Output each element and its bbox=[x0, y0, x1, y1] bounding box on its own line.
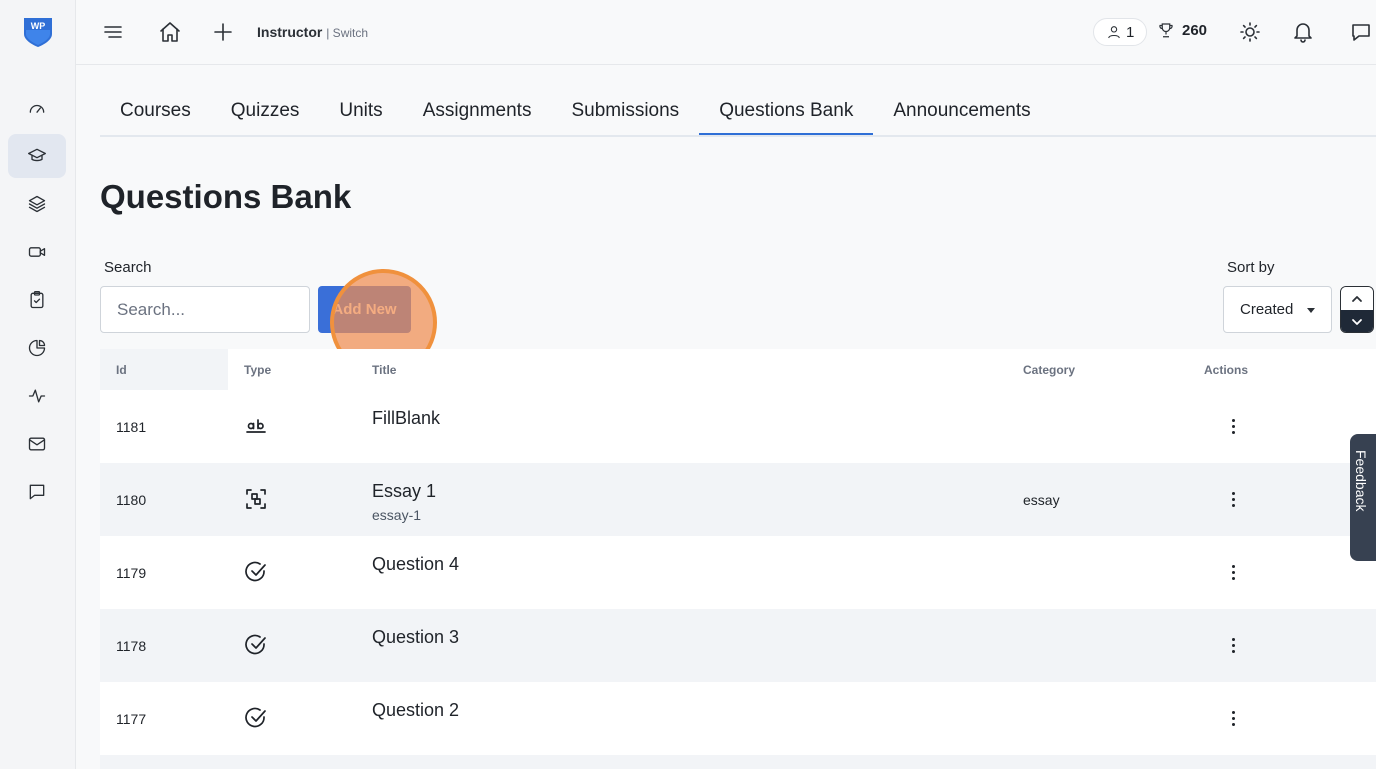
sort-ascending-button[interactable] bbox=[1341, 287, 1373, 310]
fill-blank-icon bbox=[244, 414, 268, 438]
plus-icon[interactable] bbox=[211, 20, 235, 44]
chevron-down-icon bbox=[1352, 319, 1362, 325]
feedback-label: Feedback bbox=[1353, 450, 1369, 512]
video-camera-icon bbox=[28, 247, 46, 257]
row-title[interactable]: Question 4 bbox=[372, 554, 459, 575]
chevron-up-icon bbox=[1352, 295, 1362, 302]
row-slug: essay-1 bbox=[372, 507, 422, 523]
points-display[interactable]: 260 bbox=[1157, 21, 1207, 39]
tab-assignments[interactable]: Assignments bbox=[403, 88, 552, 135]
row-title[interactable]: Essay 1 bbox=[372, 481, 436, 502]
more-actions-icon[interactable] bbox=[1224, 414, 1242, 438]
essay-icon bbox=[244, 487, 268, 511]
users-count: 1 bbox=[1126, 23, 1135, 41]
role-label: Instructor bbox=[257, 24, 323, 40]
row-id: 1177 bbox=[116, 711, 147, 727]
home-icon[interactable] bbox=[158, 20, 182, 44]
sidebar-item-dashboard[interactable] bbox=[8, 86, 66, 130]
row-id: 1178 bbox=[116, 638, 147, 654]
sidebar-item-reports[interactable] bbox=[8, 326, 66, 370]
table-row bbox=[100, 755, 1376, 769]
row-title[interactable]: Question 2 bbox=[372, 700, 459, 721]
menu-icon[interactable] bbox=[101, 20, 125, 44]
sort-descending-button[interactable] bbox=[1341, 310, 1373, 332]
tab-quizzes[interactable]: Quizzes bbox=[211, 88, 320, 135]
row-id: 1179 bbox=[116, 565, 147, 581]
sort-select[interactable]: Created bbox=[1223, 286, 1332, 333]
tab-units[interactable]: Units bbox=[319, 88, 402, 135]
row-id: 1180 bbox=[116, 492, 147, 508]
sidebar-item-courses[interactable] bbox=[8, 134, 66, 178]
sidebar: WP bbox=[0, 0, 76, 769]
role-switcher[interactable]: Instructor | Switch bbox=[257, 24, 368, 40]
switch-link[interactable]: | Switch bbox=[326, 26, 368, 40]
column-header-id[interactable]: Id bbox=[116, 363, 127, 377]
column-header-actions: Actions bbox=[1204, 363, 1249, 377]
trophy-icon bbox=[1159, 23, 1173, 38]
tab-bar: Courses Quizzes Units Assignments Submis… bbox=[100, 88, 1376, 137]
top-bar: Instructor | Switch 1 260 bbox=[76, 0, 1376, 65]
user-icon bbox=[1108, 26, 1120, 39]
row-category: essay bbox=[1023, 492, 1060, 508]
sort-value: Created bbox=[1240, 301, 1294, 318]
graduation-cap-icon bbox=[28, 148, 46, 162]
table-header: Id Type Title Category Actions bbox=[100, 349, 1376, 390]
clipboard-check-icon bbox=[30, 291, 44, 309]
sidebar-item-mail[interactable] bbox=[8, 422, 66, 466]
sidebar-item-layers[interactable] bbox=[8, 182, 66, 226]
chat-icon bbox=[29, 484, 45, 500]
more-actions-icon[interactable] bbox=[1224, 487, 1242, 511]
tab-announcements[interactable]: Announcements bbox=[873, 88, 1050, 135]
layers-icon bbox=[28, 195, 46, 213]
theme-toggle-sun-icon[interactable] bbox=[1238, 20, 1262, 44]
check-circle-icon bbox=[244, 633, 268, 657]
search-input[interactable] bbox=[100, 286, 310, 333]
pie-chart-icon bbox=[28, 339, 46, 357]
wp-logo[interactable]: WP bbox=[22, 16, 54, 48]
sidebar-item-assignments[interactable] bbox=[8, 278, 66, 322]
row-title[interactable]: FillBlank bbox=[372, 408, 440, 429]
bell-icon[interactable] bbox=[1291, 20, 1315, 44]
more-actions-icon[interactable] bbox=[1224, 706, 1242, 730]
tab-questions-bank[interactable]: Questions Bank bbox=[699, 88, 874, 135]
sort-direction-toggle[interactable] bbox=[1340, 286, 1374, 333]
points-value: 260 bbox=[1182, 21, 1208, 39]
row-title[interactable]: Question 3 bbox=[372, 627, 459, 648]
table-row[interactable]: 1177 Question 2 bbox=[100, 682, 1376, 755]
tab-submissions[interactable]: Submissions bbox=[551, 88, 699, 135]
column-header-category: Category bbox=[1023, 363, 1076, 377]
table-row[interactable]: 1180 Essay 1 essay-1 essay bbox=[100, 463, 1376, 536]
speedometer-icon bbox=[29, 104, 45, 113]
column-header-type: Type bbox=[244, 363, 272, 377]
mail-icon bbox=[28, 437, 46, 451]
sidebar-item-video[interactable] bbox=[8, 230, 66, 274]
sidebar-item-activity[interactable] bbox=[8, 374, 66, 418]
add-new-button[interactable]: Add New bbox=[318, 286, 411, 333]
column-header-title[interactable]: Title bbox=[372, 363, 396, 377]
svg-text:WP: WP bbox=[31, 21, 46, 31]
page-title: Questions Bank bbox=[100, 178, 352, 215]
tab-courses[interactable]: Courses bbox=[100, 88, 211, 135]
table-row[interactable]: 1181 FillBlank bbox=[100, 390, 1376, 463]
row-id: 1181 bbox=[116, 419, 147, 435]
check-circle-icon bbox=[244, 560, 268, 584]
chat-bubble-icon[interactable] bbox=[1349, 20, 1373, 44]
search-label: Search bbox=[104, 259, 152, 276]
caret-down-icon bbox=[1307, 308, 1315, 313]
check-circle-icon bbox=[244, 706, 268, 730]
table-row[interactable]: 1179 Question 4 bbox=[100, 536, 1376, 609]
sort-label: Sort by bbox=[1227, 259, 1275, 276]
more-actions-icon[interactable] bbox=[1224, 633, 1242, 657]
more-actions-icon[interactable] bbox=[1224, 560, 1242, 584]
activity-icon bbox=[28, 389, 46, 403]
table-row[interactable]: 1178 Question 3 bbox=[100, 609, 1376, 682]
users-pill[interactable]: 1 bbox=[1093, 18, 1148, 46]
feedback-tab[interactable]: Feedback bbox=[1350, 434, 1376, 561]
sidebar-item-messages[interactable] bbox=[8, 470, 66, 514]
